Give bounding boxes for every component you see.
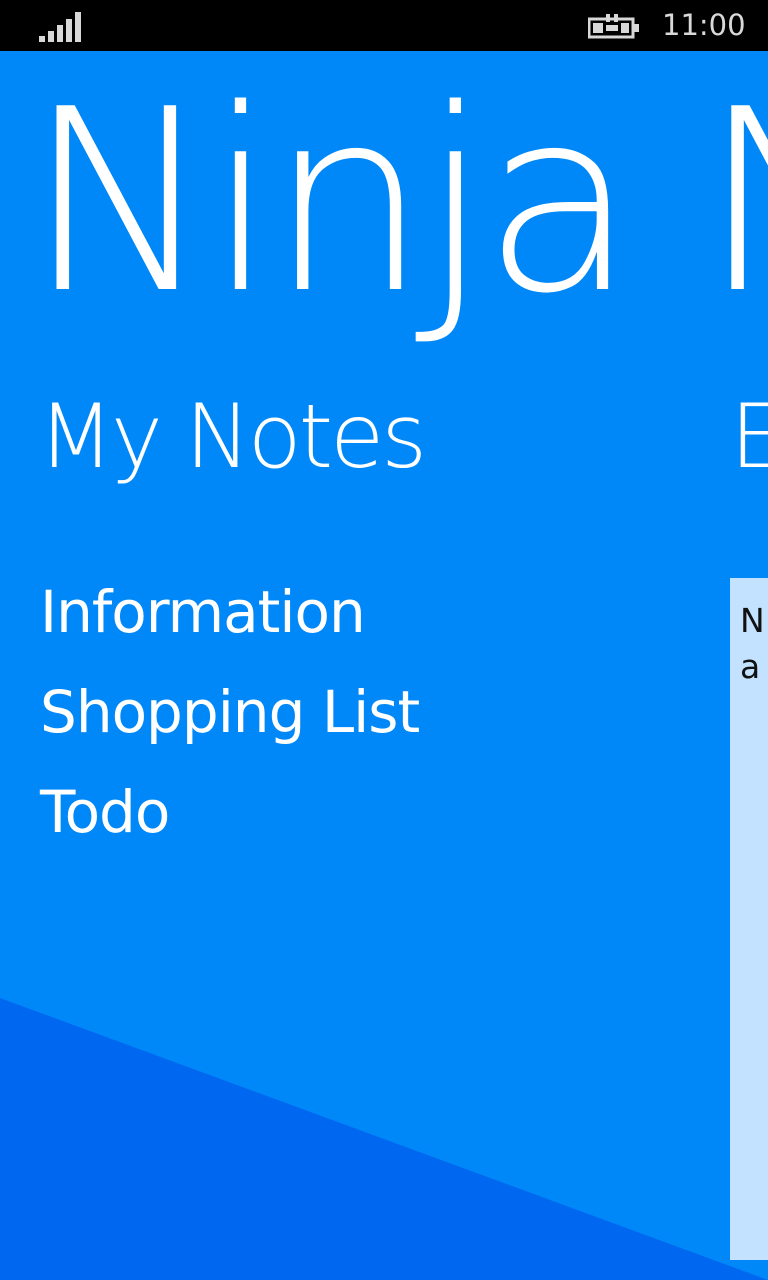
notes-list: Information Shopping List Todo: [40, 562, 420, 862]
status-bar: 11:00: [0, 0, 768, 51]
app-title: Ninja N: [26, 56, 768, 349]
battery-charging-icon: [588, 14, 639, 39]
note-item-todo[interactable]: Todo: [40, 762, 419, 862]
note-item-shopping-list[interactable]: Shopping List: [40, 662, 420, 762]
note-editor-peek[interactable]: N a: [730, 578, 768, 1260]
note-item-information[interactable]: Information: [40, 562, 419, 662]
status-time: 11:00: [662, 8, 746, 42]
signal-strength-icon: [39, 12, 81, 42]
pivot-header-my-notes[interactable]: My Notes: [38, 382, 427, 492]
app-screen: 11:00 Ninja N My Notes E Information Sho…: [0, 0, 768, 1280]
pivot-header-next-peek[interactable]: E: [730, 382, 768, 492]
